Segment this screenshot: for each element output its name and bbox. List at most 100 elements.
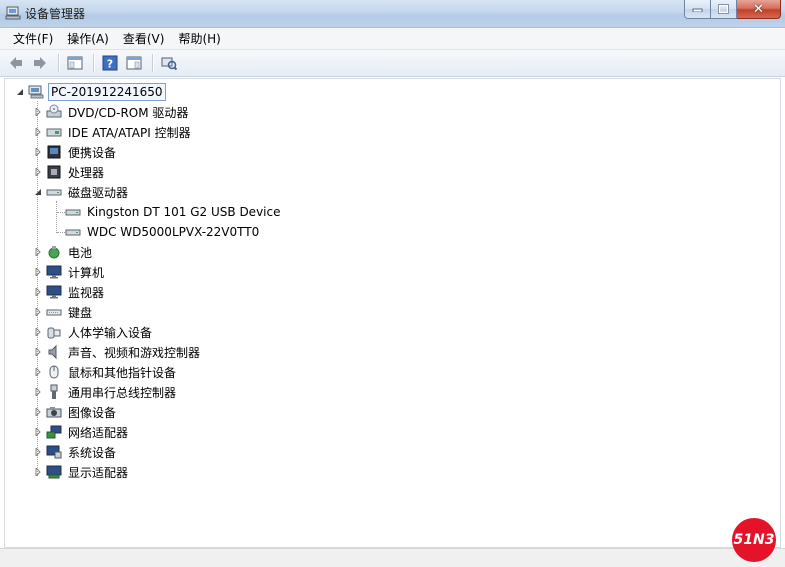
portable-device-icon [46, 144, 62, 160]
category-dvd-cdrom[interactable]: DVD/CD-ROM 驱动器 [33, 102, 190, 122]
category-imaging[interactable]: 图像设备 [33, 402, 118, 422]
title-bar: 设备管理器 ✕ [0, 0, 785, 28]
back-button[interactable] [5, 52, 27, 74]
expand-arrow-icon[interactable] [33, 387, 43, 397]
display-adapter-icon [46, 464, 62, 480]
category-network[interactable]: 网络适配器 [33, 422, 130, 442]
toolbar: ? [0, 50, 785, 77]
toolbar-separator [93, 54, 94, 72]
device-manager-icon [5, 6, 21, 20]
category-monitor[interactable]: 监视器 [33, 282, 106, 302]
category-disk-drives[interactable]: 磁盘驱动器 [33, 182, 130, 202]
close-button[interactable]: ✕ [737, 0, 781, 19]
category-portable[interactable]: 便携设备 [33, 142, 118, 162]
expand-arrow-icon[interactable] [33, 287, 43, 297]
imaging-device-icon [46, 404, 62, 420]
category-label: 鼠标和其他指针设备 [68, 365, 177, 380]
category-hid[interactable]: 人体学输入设备 [33, 322, 154, 342]
show-hide-console-tree-button[interactable] [64, 52, 86, 74]
category-label: 处理器 [68, 165, 105, 180]
maximize-icon [718, 4, 729, 14]
watermark-logo: 51N3 [732, 518, 776, 562]
mouse-icon [46, 364, 62, 380]
menu-help[interactable]: 帮助(H) [171, 28, 227, 49]
category-label: 系统设备 [68, 445, 117, 460]
menu-file[interactable]: 文件(F) [6, 28, 60, 49]
tree-guide-line [56, 201, 57, 233]
window-title: 设备管理器 [25, 7, 86, 21]
expand-arrow-icon[interactable] [33, 147, 43, 157]
category-label: 人体学输入设备 [68, 325, 153, 340]
menu-view[interactable]: 查看(V) [116, 28, 172, 49]
dvd-drive-icon [46, 104, 62, 120]
category-usb[interactable]: 通用串行总线控制器 [33, 382, 178, 402]
svg-text:?: ? [107, 58, 113, 71]
keyboard-icon [46, 304, 62, 320]
hid-icon [46, 324, 62, 340]
usb-icon [46, 384, 62, 400]
category-system[interactable]: 系统设备 [33, 442, 118, 462]
status-bar [0, 548, 785, 567]
expand-arrow-icon[interactable] [33, 327, 43, 337]
expand-arrow-icon[interactable] [33, 127, 43, 137]
tree-root[interactable]: PC-201912241650 [15, 82, 166, 102]
category-mouse[interactable]: 鼠标和其他指针设备 [33, 362, 178, 382]
minimize-button[interactable] [684, 0, 711, 19]
category-label: 计算机 [68, 265, 105, 280]
device-label: Kingston DT 101 G2 USB Device [87, 205, 281, 219]
forward-button[interactable] [29, 52, 51, 74]
category-label: 磁盘驱动器 [68, 185, 129, 200]
properties-button[interactable] [123, 52, 145, 74]
menu-action[interactable]: 操作(A) [60, 28, 116, 49]
scan-hardware-button[interactable] [158, 52, 180, 74]
expand-arrow-icon[interactable] [33, 107, 43, 117]
console-tree-icon [67, 56, 83, 70]
speaker-icon [46, 344, 62, 360]
monitor-icon [46, 284, 62, 300]
system-device-icon [46, 444, 62, 460]
expand-arrow-icon[interactable] [33, 167, 43, 177]
category-computer[interactable]: 计算机 [33, 262, 106, 282]
tree-guide-line [57, 232, 65, 233]
device-kingston[interactable]: Kingston DT 101 G2 USB Device [65, 202, 282, 222]
collapse-arrow-icon[interactable] [33, 187, 43, 197]
category-ide[interactable]: IDE ATA/ATAPI 控制器 [33, 122, 193, 142]
back-arrow-icon [10, 57, 22, 69]
category-keyboard[interactable]: 键盘 [33, 302, 94, 322]
category-display[interactable]: 显示适配器 [33, 462, 130, 482]
category-sound[interactable]: 声音、视频和游戏控制器 [33, 342, 202, 362]
expand-arrow-icon[interactable] [33, 267, 43, 277]
expand-arrow-icon[interactable] [33, 307, 43, 317]
toolbar-separator [58, 54, 59, 72]
expand-arrow-icon[interactable] [33, 427, 43, 437]
watermark-text: 51N3 [733, 532, 775, 548]
expand-arrow-icon[interactable] [33, 367, 43, 377]
minimize-icon [692, 8, 703, 12]
category-label: 声音、视频和游戏控制器 [68, 345, 201, 360]
scan-hardware-icon [161, 57, 177, 71]
expand-arrow-icon[interactable] [33, 407, 43, 417]
collapse-arrow-icon[interactable] [15, 87, 25, 97]
category-label: 便携设备 [68, 145, 117, 160]
processor-icon [46, 164, 62, 180]
expand-arrow-icon[interactable] [33, 447, 43, 457]
help-icon: ? [102, 55, 118, 71]
category-processor[interactable]: 处理器 [33, 162, 106, 182]
category-battery[interactable]: 电池 [33, 242, 94, 262]
root-label: PC-201912241650 [48, 83, 166, 101]
device-wdc[interactable]: WDC WD5000LPVX-22V0TT0 [65, 222, 261, 242]
expand-arrow-icon[interactable] [33, 467, 43, 477]
properties-icon [126, 56, 142, 70]
computer-icon [28, 84, 44, 100]
tree-guide-line [57, 212, 65, 213]
expand-arrow-icon[interactable] [33, 247, 43, 257]
help-button[interactable]: ? [99, 52, 121, 74]
expand-arrow-icon[interactable] [33, 347, 43, 357]
network-adapter-icon [46, 424, 62, 440]
device-label: WDC WD5000LPVX-22V0TT0 [87, 225, 260, 239]
category-label: 图像设备 [68, 405, 117, 420]
maximize-button[interactable] [711, 0, 737, 19]
category-label: 网络适配器 [68, 425, 129, 440]
category-label: IDE ATA/ATAPI 控制器 [68, 125, 191, 140]
forward-arrow-icon [34, 57, 46, 69]
